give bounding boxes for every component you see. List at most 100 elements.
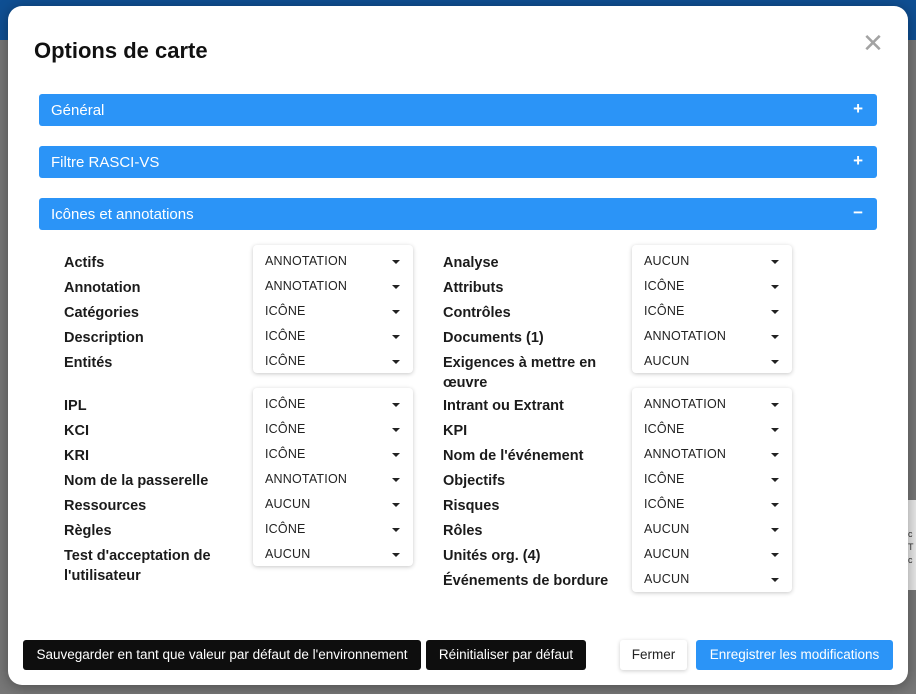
select-value: ICÔNE: [644, 497, 685, 511]
select-value: AUCUN: [644, 522, 690, 536]
caret-down-icon: [392, 478, 400, 482]
select-risques[interactable]: ICÔNE: [632, 490, 792, 515]
caret-down-icon: [771, 403, 779, 407]
select-group-left-2: ICÔNE ICÔNE ICÔNE ANNOTATION AUCUN ICÔNE…: [253, 388, 413, 566]
section-label: Filtre RASCI-VS: [51, 154, 160, 171]
caret-down-icon: [392, 428, 400, 432]
close-button[interactable]: Fermer: [620, 640, 687, 670]
caret-down-icon: [771, 335, 779, 339]
select-boundary-events[interactable]: AUCUN: [632, 565, 792, 590]
option-label-kri: KRI: [64, 448, 89, 464]
select-value: ANNOTATION: [644, 447, 727, 461]
caret-down-icon: [392, 260, 400, 264]
caret-down-icon: [771, 285, 779, 289]
select-entites[interactable]: ICÔNE: [253, 347, 413, 372]
select-documents[interactable]: ANNOTATION: [632, 322, 792, 347]
select-roles[interactable]: AUCUN: [632, 515, 792, 540]
close-icon[interactable]: ✕: [862, 30, 884, 56]
select-description[interactable]: ICÔNE: [253, 322, 413, 347]
option-label-event-name: Nom de l'événement: [443, 448, 584, 464]
option-label-boundary-events: Événements de bordure: [443, 573, 609, 589]
select-kci[interactable]: ICÔNE: [253, 415, 413, 440]
select-value: ICÔNE: [265, 354, 306, 368]
option-label-actifs: Actifs: [64, 255, 105, 271]
select-intrant-extrant[interactable]: ANNOTATION: [632, 390, 792, 415]
select-ressources[interactable]: AUCUN: [253, 490, 413, 515]
expand-plus-icon: +: [853, 99, 863, 118]
select-value: ICÔNE: [644, 422, 685, 436]
caret-down-icon: [771, 360, 779, 364]
select-group-right-2: ANNOTATION ICÔNE ANNOTATION ICÔNE ICÔNE …: [632, 388, 792, 592]
option-label-kpi: KPI: [443, 423, 468, 439]
select-value: ANNOTATION: [644, 329, 727, 343]
save-changes-button[interactable]: Enregistrer les modifications: [696, 640, 893, 670]
option-label-objectifs: Objectifs: [443, 473, 506, 489]
select-value: AUCUN: [644, 572, 690, 586]
caret-down-icon: [392, 453, 400, 457]
select-value: ICÔNE: [265, 329, 306, 343]
select-event-name[interactable]: ANNOTATION: [632, 440, 792, 465]
select-value: ICÔNE: [265, 447, 306, 461]
caret-down-icon: [392, 360, 400, 364]
section-icons-annotations-header[interactable]: Icônes et annotations −: [39, 198, 877, 230]
select-user-acceptance-test[interactable]: AUCUN: [253, 540, 413, 565]
option-label-categories: Catégories: [64, 305, 139, 321]
select-regles[interactable]: ICÔNE: [253, 515, 413, 540]
select-value: ICÔNE: [644, 304, 685, 318]
option-label-kci: KCI: [64, 423, 89, 439]
collapse-minus-icon: −: [853, 203, 863, 222]
caret-down-icon: [392, 285, 400, 289]
option-label-user-acceptance-test-line2: l'utilisateur: [64, 568, 141, 584]
select-kpi[interactable]: ICÔNE: [632, 415, 792, 440]
option-label-risques: Risques: [443, 498, 500, 514]
section-rasci-filter-header[interactable]: Filtre RASCI-VS +: [39, 146, 877, 178]
select-categories[interactable]: ICÔNE: [253, 297, 413, 322]
select-actifs[interactable]: ANNOTATION: [253, 247, 413, 272]
caret-down-icon: [771, 428, 779, 432]
option-label-ressources: Ressources: [64, 498, 147, 514]
select-value: ICÔNE: [644, 472, 685, 486]
section-label: Icônes et annotations: [51, 206, 194, 223]
select-value: ICÔNE: [265, 397, 306, 411]
reset-default-button[interactable]: Réinitialiser par défaut: [426, 640, 586, 670]
option-label-exigences-line2: œuvre: [443, 375, 488, 391]
select-value: ICÔNE: [644, 279, 685, 293]
select-ipl[interactable]: ICÔNE: [253, 390, 413, 415]
select-exigences[interactable]: AUCUN: [632, 347, 792, 372]
option-label-attributs: Attributs: [443, 280, 504, 296]
option-label-org-units: Unités org. (4): [443, 548, 541, 564]
select-group-right-1: AUCUN ICÔNE ICÔNE ANNOTATION AUCUN: [632, 245, 792, 373]
select-annotation[interactable]: ANNOTATION: [253, 272, 413, 297]
select-org-units[interactable]: AUCUN: [632, 540, 792, 565]
select-value: ICÔNE: [265, 422, 306, 436]
save-as-environment-default-button[interactable]: Sauvegarder en tant que valeur par défau…: [23, 640, 421, 670]
select-value: ICÔNE: [265, 522, 306, 536]
option-label-ipl: IPL: [64, 398, 87, 414]
section-general-header[interactable]: Général +: [39, 94, 877, 126]
caret-down-icon: [771, 478, 779, 482]
caret-down-icon: [771, 310, 779, 314]
select-value: AUCUN: [644, 354, 690, 368]
select-value: ICÔNE: [265, 304, 306, 318]
select-analyse[interactable]: AUCUN: [632, 247, 792, 272]
section-label: Général: [51, 102, 105, 119]
option-label-roles: Rôles: [443, 523, 483, 539]
select-kri[interactable]: ICÔNE: [253, 440, 413, 465]
option-label-intrant-extrant: Intrant ou Extrant: [443, 398, 564, 414]
select-controles[interactable]: ICÔNE: [632, 297, 792, 322]
select-group-left-1: ANNOTATION ANNOTATION ICÔNE ICÔNE ICÔNE: [253, 245, 413, 373]
option-label-description: Description: [64, 330, 144, 346]
select-objectifs[interactable]: ICÔNE: [632, 465, 792, 490]
select-value: AUCUN: [265, 547, 311, 561]
option-label-gateway-name: Nom de la passerelle: [64, 473, 209, 489]
caret-down-icon: [771, 578, 779, 582]
select-value: AUCUN: [265, 497, 311, 511]
caret-down-icon: [392, 403, 400, 407]
option-label-controles: Contrôles: [443, 305, 511, 321]
option-label-annotation: Annotation: [64, 280, 141, 296]
select-value: ANNOTATION: [265, 254, 348, 268]
caret-down-icon: [392, 553, 400, 557]
select-attributs[interactable]: ICÔNE: [632, 272, 792, 297]
option-label-regles: Règles: [64, 523, 112, 539]
select-gateway-name[interactable]: ANNOTATION: [253, 465, 413, 490]
